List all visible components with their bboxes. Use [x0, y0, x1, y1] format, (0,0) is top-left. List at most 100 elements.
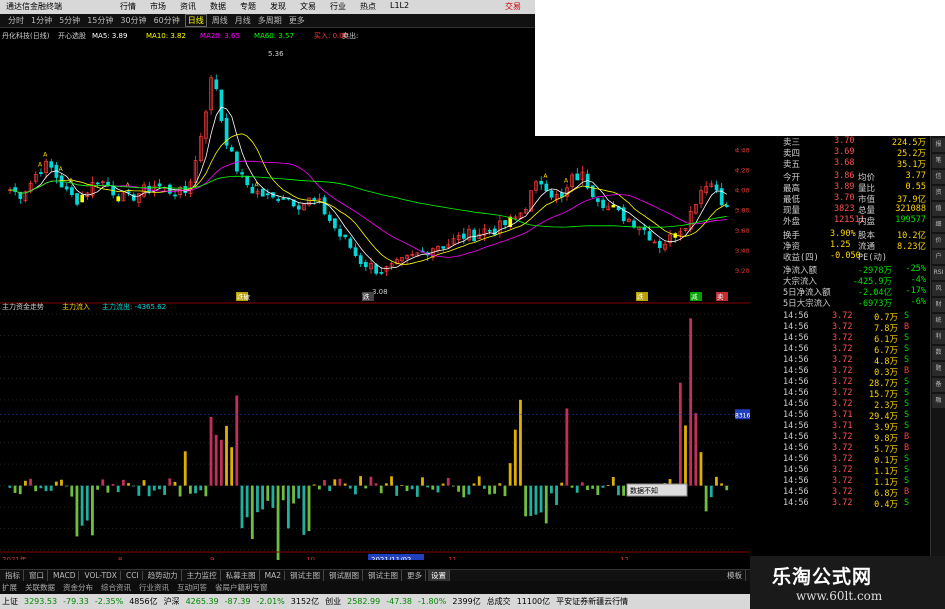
- menu-item[interactable]: 数据: [210, 1, 226, 12]
- sidebar-button[interactable]: 报: [932, 138, 945, 152]
- info-tab[interactable]: 省局户籍利专窗: [215, 582, 268, 593]
- tick-price: 3.72: [832, 465, 853, 475]
- period-button[interactable]: 月线: [233, 15, 253, 26]
- menu-item[interactable]: 热点: [360, 1, 376, 12]
- period-button[interactable]: 多周期: [256, 15, 284, 26]
- menu-item[interactable]: L1L2: [390, 1, 409, 12]
- candlestick-chart[interactable]: 丹化科技(日线) 开心选股 MA5: 3.89 MA10: 3.82 MA20: 3.6…: [0, 28, 750, 304]
- flow-bar: [158, 485, 161, 490]
- tick-row: 14:56 3.71 29.4万 S: [750, 410, 930, 422]
- info-tab[interactable]: 扩展: [2, 582, 17, 593]
- tick-time: 14:56: [783, 399, 809, 409]
- tick-side: S: [904, 333, 910, 343]
- tick-time: 14:56: [783, 377, 809, 387]
- sidebar-button[interactable]: 数: [932, 346, 945, 360]
- indicator-tab[interactable]: 更多: [404, 570, 427, 581]
- indicator-tab[interactable]: 设置: [428, 570, 451, 581]
- sidebar-button[interactable]: 户: [932, 250, 945, 264]
- candle-body: [126, 191, 131, 194]
- tick-row: 14:56 3.72 28.7万 S: [750, 377, 930, 389]
- candle-body: [647, 231, 652, 241]
- flow-bar: [720, 483, 723, 486]
- sidebar-button[interactable]: 细: [932, 218, 945, 232]
- flow-bar: [415, 485, 419, 497]
- menu-item[interactable]: 行业: [330, 1, 346, 12]
- info-tab[interactable]: 行业资讯: [139, 582, 169, 593]
- sidebar-button[interactable]: 资: [932, 186, 945, 200]
- candle-body: [80, 194, 85, 203]
- flow-row: 净流入额 -2978万 -25%: [750, 264, 930, 276]
- sidebar-button[interactable]: 利: [932, 330, 945, 344]
- template-button[interactable]: 模板: [724, 570, 746, 581]
- period-button[interactable]: 60分钟: [152, 15, 182, 26]
- sidebar-button[interactable]: 备: [932, 378, 945, 392]
- indicator-tab[interactable]: 钢试副图: [326, 570, 364, 581]
- indicator-tab[interactable]: MACD: [50, 571, 80, 580]
- flow-bar: [709, 485, 713, 498]
- candle-body: [322, 197, 327, 215]
- period-button[interactable]: 1分钟: [29, 15, 54, 26]
- flow-bar: [452, 485, 455, 487]
- period-button[interactable]: 分时: [6, 15, 26, 26]
- period-button[interactable]: 15分钟: [85, 15, 115, 26]
- period-button[interactable]: 周线: [210, 15, 230, 26]
- flow-bar: [312, 484, 316, 486]
- indicator-tab[interactable]: VOL-TDX: [81, 571, 121, 580]
- sidebar-button[interactable]: 统: [932, 314, 945, 328]
- menu-item[interactable]: 专题: [240, 1, 256, 12]
- sidebar-button[interactable]: 融: [932, 394, 945, 408]
- sidebar-button[interactable]: 题: [932, 362, 945, 376]
- indicator-tab[interactable]: 指标: [2, 570, 24, 581]
- info-tab[interactable]: 互动问答: [177, 582, 207, 593]
- period-button[interactable]: 30分钟: [118, 15, 148, 26]
- indicator-tab[interactable]: 钢试主图: [365, 570, 403, 581]
- period-button[interactable]: 日线: [184, 14, 207, 27]
- tick-price: 3.72: [832, 454, 853, 464]
- flow-pct: -25%: [905, 264, 926, 274]
- status-item: 总成交: [486, 597, 511, 606]
- flow-bar: [565, 408, 569, 486]
- menu-item[interactable]: 市场: [150, 1, 166, 12]
- tick-row: 14:56 3.72 5.7万 B: [750, 443, 930, 455]
- indicator-tab[interactable]: MA2: [262, 571, 286, 580]
- flow-bar: [684, 425, 687, 486]
- period-button[interactable]: 更多: [287, 15, 307, 26]
- info-tab[interactable]: 资金分布: [63, 582, 93, 593]
- sidebar-button[interactable]: 值: [932, 202, 945, 216]
- menu-item[interactable]: 资讯: [180, 1, 196, 12]
- chart-popup[interactable]: 数据不知: [626, 483, 688, 497]
- flow-bar: [209, 416, 213, 486]
- flow-bar: [477, 476, 481, 486]
- sidebar-button[interactable]: 信: [932, 170, 945, 184]
- sidebar-button[interactable]: 财: [932, 298, 945, 312]
- candle-body: [338, 228, 342, 237]
- indicator-tab[interactable]: 趋势动力: [145, 570, 182, 581]
- status-item: 3152亿: [290, 597, 320, 606]
- sidebar-button[interactable]: 笔: [932, 154, 945, 168]
- indicator-tab[interactable]: CCI: [123, 571, 143, 580]
- tick-time: 14:56: [783, 410, 809, 420]
- trade-menu[interactable]: 交易: [505, 1, 521, 12]
- info-tab[interactable]: 综合资讯: [101, 582, 131, 593]
- sidebar-button[interactable]: 价: [932, 234, 945, 248]
- period-button[interactable]: 5分钟: [57, 15, 82, 26]
- indicator-tab[interactable]: 主力监控: [184, 570, 221, 581]
- sidebar-button[interactable]: RSI: [932, 266, 945, 280]
- candle-body: [333, 218, 337, 229]
- ma60-line: [9, 175, 727, 228]
- menu-item[interactable]: 文易: [300, 1, 316, 12]
- indicator-tab[interactable]: 窗口: [26, 570, 48, 581]
- flow-bar: [575, 485, 579, 493]
- indicator-tab[interactable]: 钢试主图: [287, 570, 325, 581]
- sidebar-button[interactable]: 风: [932, 282, 945, 296]
- candle-body: [487, 229, 492, 232]
- capital-flow-chart[interactable]: 主力资金走势 主力流入 主力流出: -4365.62 2000017500150001…: [0, 300, 750, 560]
- price-tick: 3.40: [735, 247, 749, 255]
- menu-item[interactable]: 行情: [120, 1, 136, 12]
- ask-price: 3.69: [834, 147, 855, 157]
- menu-item[interactable]: 发现: [270, 1, 286, 12]
- candle-body: [348, 238, 353, 248]
- indicator-tab[interactable]: 私募主图: [223, 570, 260, 581]
- tick-time: 14:56: [783, 355, 809, 365]
- info-tab[interactable]: 关联数据: [25, 582, 55, 593]
